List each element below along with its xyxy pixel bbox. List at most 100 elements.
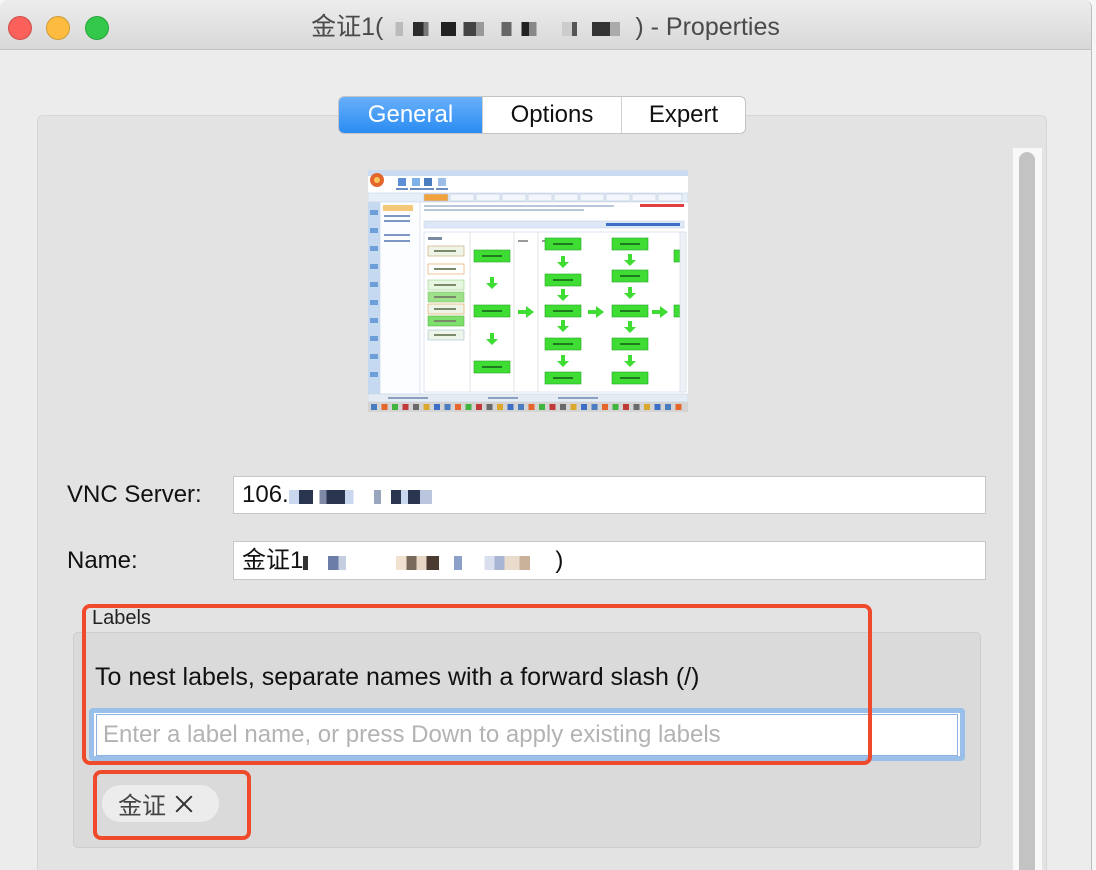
thumb-tree-item [384,234,410,236]
thumb-taskbar-icon [371,404,377,410]
thumb-list-box-label [434,250,456,252]
tab-bar: General Options Expert [338,96,746,134]
thumb-tab [631,193,657,202]
thumb-taskbar-icon [455,404,461,410]
label-name-input[interactable] [96,714,958,756]
name-value-prefix: 金证1 [242,547,304,574]
thumb-list-box-label [434,284,456,286]
thumb-flow-box-label [553,377,573,379]
redacted-text [383,15,636,42]
redacted-text [288,483,459,508]
window-title-suffix: ) - Properties [635,13,780,41]
thumb-tab [527,193,553,202]
thumb-nav-icon [370,228,378,233]
thumb-flow-box-label [482,366,502,368]
thumb-nav-icon [370,372,378,377]
thumb-taskbar-icon [539,404,545,410]
thumb-list-box-label [434,320,456,322]
thumb-toolbar-label [396,188,408,190]
thumb-taskbar-icon [654,404,661,410]
thumb-nav-icon [370,300,378,305]
thumb-tab [553,193,579,202]
name-value-suffix: ) [555,547,564,574]
thumb-taskbar-icon [549,404,556,410]
thumb-toolbar-icon [424,178,432,186]
thumb-toolbar-icon [438,178,446,186]
thumb-tab [657,193,683,202]
thumb-list-box-label [434,268,456,270]
labels-group-title: Labels [92,607,151,629]
thumb-toolbar-label [436,188,448,190]
thumb-tree-panel [379,201,421,395]
thumb-tree-item [384,240,410,242]
thumb-taskbar-icon [476,404,482,410]
thumb-status-text [558,397,598,399]
redacted-text [303,548,556,575]
close-icon[interactable] [174,794,194,814]
labels-hint: To nest labels, separate names with a fo… [95,663,700,691]
thumb-tab [423,193,449,202]
thumb-tab [579,193,605,202]
thumb-taskbar-icon [528,404,535,410]
thumb-taskbar-icon [381,404,388,410]
thumb-taskbar-icon [507,404,514,410]
tab-expert[interactable]: Expert [621,97,745,133]
tab-options[interactable]: Options [482,97,621,133]
thumb-list-box-label [434,308,456,310]
name-field[interactable]: 金证1) [233,541,986,580]
thumb-nav-icon [370,336,378,341]
vnc-server-value: 106. [242,481,289,508]
thumb-nav-icon [370,210,378,215]
thumb-nav-icon [370,318,378,323]
thumb-flow-box-label [482,255,502,257]
thumb-tree-item [384,215,410,217]
thumb-list-box-label [434,334,456,336]
thumb-app-logo-center [374,177,380,183]
thumb-flow-box-label [620,343,640,345]
vnc-server-field[interactable]: 106. [233,476,986,514]
thumb-scrollbar [679,231,687,393]
thumb-column-title [428,237,442,240]
thumb-flow-box-label [482,310,502,312]
thumb-status-text [388,397,428,399]
thumb-nav-icon [370,246,378,251]
thumb-flow-box-label [620,310,640,312]
thumb-taskbar-icon [612,404,619,410]
thumb-tab [501,193,527,202]
thumb-flow-box-label [620,243,640,245]
label-tag-text: 金证 [118,793,166,820]
scrollbar-thumb[interactable] [1019,152,1035,870]
thumb-toolbar-label [410,188,422,190]
tab-general[interactable]: General [339,97,482,133]
thumb-tab [449,193,475,202]
thumb-taskbar-icon [570,404,577,410]
thumb-taskbar-icon [623,404,629,410]
thumb-taskbar-icon [581,404,587,410]
thumb-flow-box-label [620,377,640,379]
thumb-titlebar [368,170,688,176]
thumb-tree-selected [383,205,413,211]
thumb-flow-box-label [553,310,573,312]
thumb-taskbar-icon [444,404,451,410]
thumb-tree-item [384,220,410,222]
thumb-nav-icon [370,354,378,359]
thumb-nav-icon [370,264,378,269]
thumb-status-text [488,397,518,399]
thumb-nav-icon [370,282,378,287]
window-title-prefix: 金证1( [311,13,384,41]
thumb-taskbar-icon [423,404,430,410]
thumb-flow-box-partial [673,304,681,318]
thumb-taskbar-icon [402,404,409,410]
window-title: 金证1( ) - Properties [0,12,1091,42]
thumb-tab [475,193,501,202]
thumb-taskbar-icon [434,404,440,410]
thumb-taskbar-icon [665,404,671,410]
thumbnail-preview [368,170,688,412]
title-bar[interactable]: 金证1( ) - Properties [0,0,1091,50]
thumb-taskbar-icon [518,404,524,410]
thumb-taskbar-icon [602,404,608,410]
thumb-flow-box-label [553,343,573,345]
thumb-taskbar-icon [644,404,650,410]
thumb-column-mark [518,240,528,242]
label-tag[interactable]: 金证 [102,785,219,822]
